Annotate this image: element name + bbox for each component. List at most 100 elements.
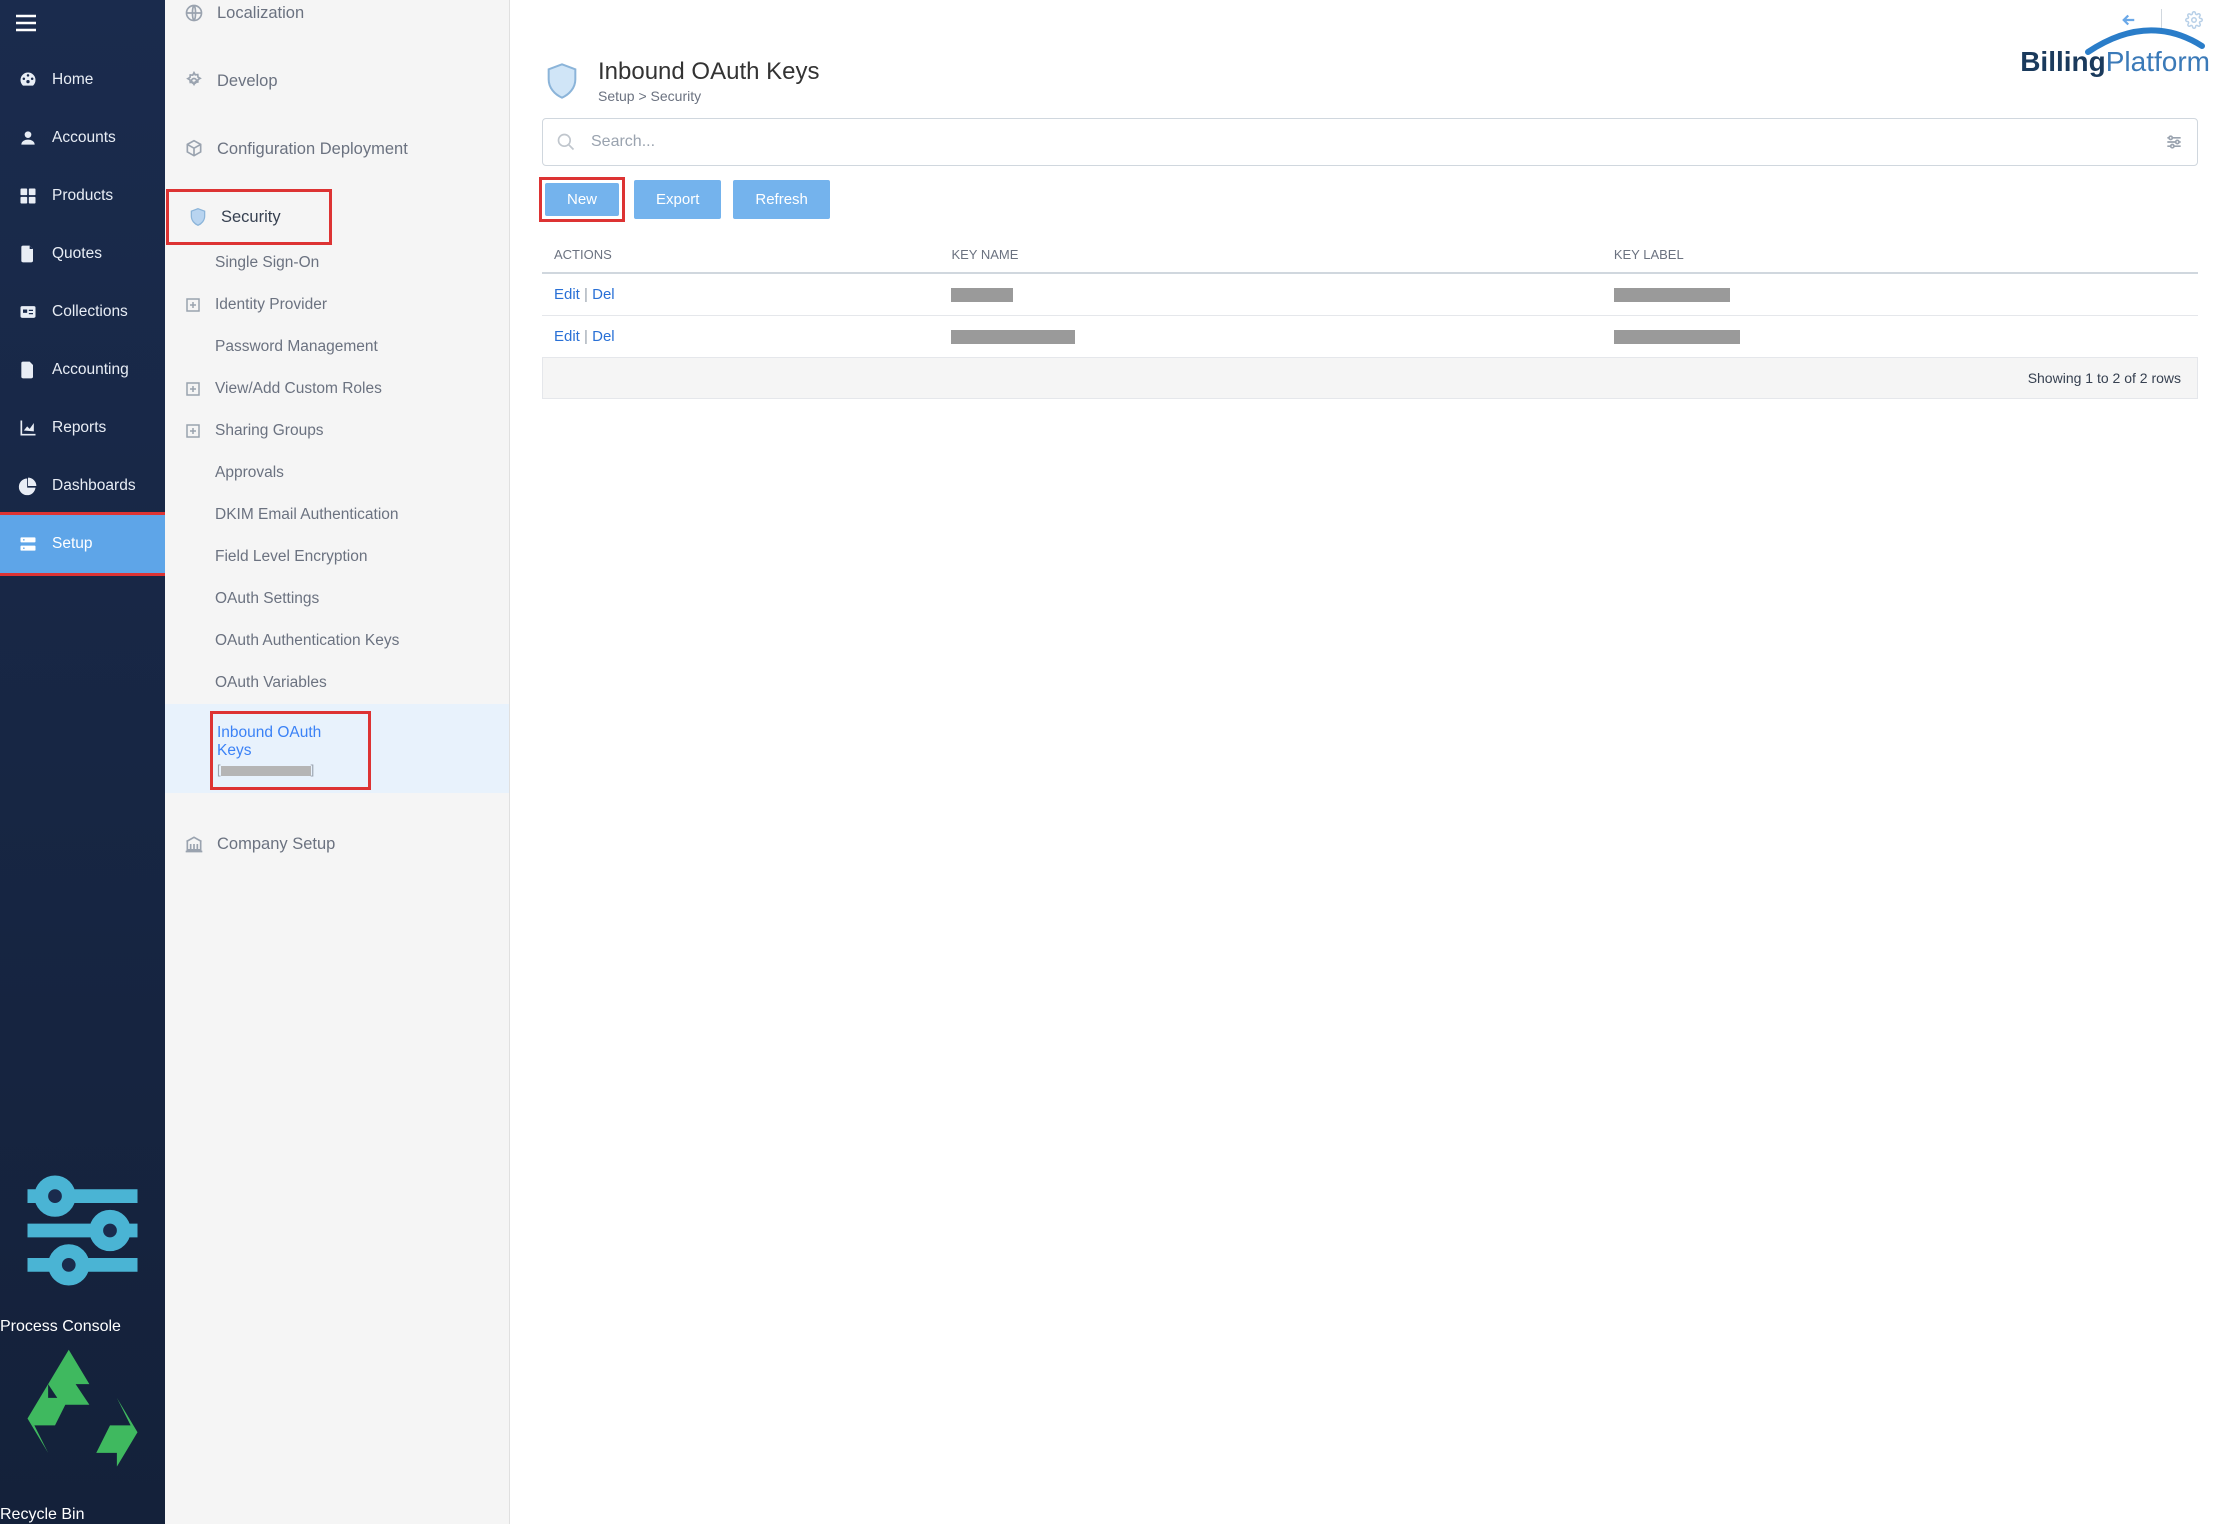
refresh-button[interactable]: Refresh xyxy=(733,180,830,219)
sidebar-item-process-console[interactable]: Process Console xyxy=(0,1148,165,1336)
new-button[interactable]: New xyxy=(545,183,619,216)
secondary-sidebar: Localization Develop Configuration Deplo… xyxy=(165,0,510,1524)
cube-icon xyxy=(183,138,205,160)
primary-sidebar: Home Accounts Products Quotes Collections Acc… xyxy=(0,0,165,1524)
sidebar-item-collections[interactable]: Collections xyxy=(0,283,165,341)
globe-icon xyxy=(183,2,205,24)
delete-link[interactable]: Del xyxy=(592,286,615,303)
secondary-label: Develop xyxy=(217,72,278,91)
secondary-item-localization[interactable]: Localization xyxy=(165,0,509,38)
recycle-icon xyxy=(0,1488,165,1505)
breadcrumb: Setup > Security xyxy=(598,88,819,104)
expand-icon xyxy=(185,381,201,397)
chart-icon xyxy=(18,418,38,438)
sub-item-field-level-encryption[interactable]: Field Level Encryption xyxy=(165,536,509,578)
column-header-actions[interactable]: ACTIONS xyxy=(542,237,939,273)
sub-item-label: OAuth Authentication Keys xyxy=(215,632,399,650)
bank-icon xyxy=(183,833,205,855)
sub-item-label: Single Sign-On xyxy=(215,254,319,272)
sub-item-label: Inbound OAuth Keys xyxy=(217,724,350,760)
delete-link[interactable]: Del xyxy=(592,328,615,345)
menu-toggle-button[interactable] xyxy=(0,0,165,51)
sub-item-inbound-oauth-keys[interactable]: Inbound OAuth Keys[] xyxy=(213,714,368,787)
sidebar-label: Accounting xyxy=(52,361,129,379)
edit-link[interactable]: Edit xyxy=(554,328,580,345)
hamburger-icon xyxy=(16,14,36,32)
sub-item-dkim-email-authentication[interactable]: DKIM Email Authentication xyxy=(165,494,509,536)
sidebar-item-dashboards[interactable]: Dashboards xyxy=(0,457,165,515)
column-header-keylabel[interactable]: KEY LABEL xyxy=(1602,237,2198,273)
row-keylabel xyxy=(1602,316,2198,358)
secondary-item-develop[interactable]: Develop xyxy=(165,56,509,106)
user-icon xyxy=(18,128,38,148)
data-table-container: ACTIONS KEY NAME KEY LABEL Edit | DelEdi… xyxy=(510,237,2230,399)
sub-item-oauth-variables[interactable]: OAuth Variables xyxy=(165,662,509,704)
file-icon xyxy=(18,360,38,380)
shield-icon xyxy=(542,61,582,101)
logo-arc-icon xyxy=(2078,26,2208,56)
secondary-item-config-deploy[interactable]: Configuration Deployment xyxy=(165,124,509,174)
sub-item-view-add-custom-roles[interactable]: View/Add Custom Roles xyxy=(165,368,509,410)
row-actions: Edit | Del xyxy=(542,316,939,358)
expand-icon xyxy=(185,297,201,313)
main-content: BillingPlatform Inbound OAuth Keys Setup… xyxy=(510,0,2230,1524)
secondary-label: Localization xyxy=(217,4,304,23)
search-input[interactable] xyxy=(542,118,2198,166)
gauge-icon xyxy=(18,70,38,90)
secondary-item-security[interactable]: Security xyxy=(169,192,329,242)
row-actions: Edit | Del xyxy=(542,273,939,316)
row-keyname xyxy=(939,316,1601,358)
sidebar-label: Products xyxy=(52,187,113,205)
filter-icon[interactable] xyxy=(2164,132,2184,152)
column-header-keyname[interactable]: KEY NAME xyxy=(939,237,1601,273)
sub-item-oauth-settings[interactable]: OAuth Settings xyxy=(165,578,509,620)
sidebar-label: Process Console xyxy=(0,1318,121,1335)
page-header: Inbound OAuth Keys Setup > Security xyxy=(510,0,2230,112)
sidebar-item-accounts[interactable]: Accounts xyxy=(0,109,165,167)
sub-item-label: Password Management xyxy=(215,338,378,356)
sub-item-password-management[interactable]: Password Management xyxy=(165,326,509,368)
server-icon xyxy=(18,534,38,554)
sidebar-item-accounting[interactable]: Accounting xyxy=(0,341,165,399)
gear-icon xyxy=(183,70,205,92)
sidebar-item-quotes[interactable]: Quotes xyxy=(0,225,165,283)
sub-item-label: Identity Provider xyxy=(215,296,327,314)
sidebar-item-home[interactable]: Home xyxy=(0,51,165,109)
row-keylabel xyxy=(1602,273,2198,316)
secondary-label: Configuration Deployment xyxy=(217,140,408,159)
sidebar-item-setup[interactable]: Setup xyxy=(0,515,165,573)
secondary-item-company-setup[interactable]: Company Setup xyxy=(165,819,509,869)
sidebar-item-recycle-bin[interactable]: Recycle Bin xyxy=(0,1336,165,1524)
sub-item-identity-provider[interactable]: Identity Provider xyxy=(165,284,509,326)
sidebar-label: Dashboards xyxy=(52,477,136,495)
sidebar-label: Recycle Bin xyxy=(0,1506,84,1523)
shield-icon xyxy=(187,206,209,228)
sidebar-label: Setup xyxy=(52,535,93,553)
page-title: Inbound OAuth Keys xyxy=(598,58,819,86)
grid-icon xyxy=(18,186,38,206)
doc-icon xyxy=(18,244,38,264)
sub-item-oauth-authentication-keys[interactable]: OAuth Authentication Keys xyxy=(165,620,509,662)
sidebar-label: Collections xyxy=(52,303,128,321)
idcard-icon xyxy=(18,302,38,322)
sub-item-sharing-groups[interactable]: Sharing Groups xyxy=(165,410,509,452)
edit-link[interactable]: Edit xyxy=(554,286,580,303)
sub-item-approvals[interactable]: Approvals xyxy=(165,452,509,494)
sidebar-item-products[interactable]: Products xyxy=(0,167,165,225)
sub-item-single-sign-on[interactable]: Single Sign-On xyxy=(165,242,509,284)
sub-item-label: Approvals xyxy=(215,464,284,482)
sidebar-label: Home xyxy=(52,71,93,89)
sub-item-label: OAuth Variables xyxy=(215,674,327,692)
table-row: Edit | Del xyxy=(542,316,2198,358)
sub-item-label: Field Level Encryption xyxy=(215,548,368,566)
secondary-label: Company Setup xyxy=(217,835,335,854)
search-icon xyxy=(556,132,576,152)
secondary-label: Security xyxy=(221,208,281,227)
sidebar-label: Accounts xyxy=(52,129,116,147)
sidebar-item-reports[interactable]: Reports xyxy=(0,399,165,457)
sub-item-label: View/Add Custom Roles xyxy=(215,380,382,398)
export-button[interactable]: Export xyxy=(634,180,721,219)
sliders-icon xyxy=(0,1300,165,1317)
brand-logo: BillingPlatform xyxy=(2020,46,2210,78)
row-keyname xyxy=(939,273,1601,316)
